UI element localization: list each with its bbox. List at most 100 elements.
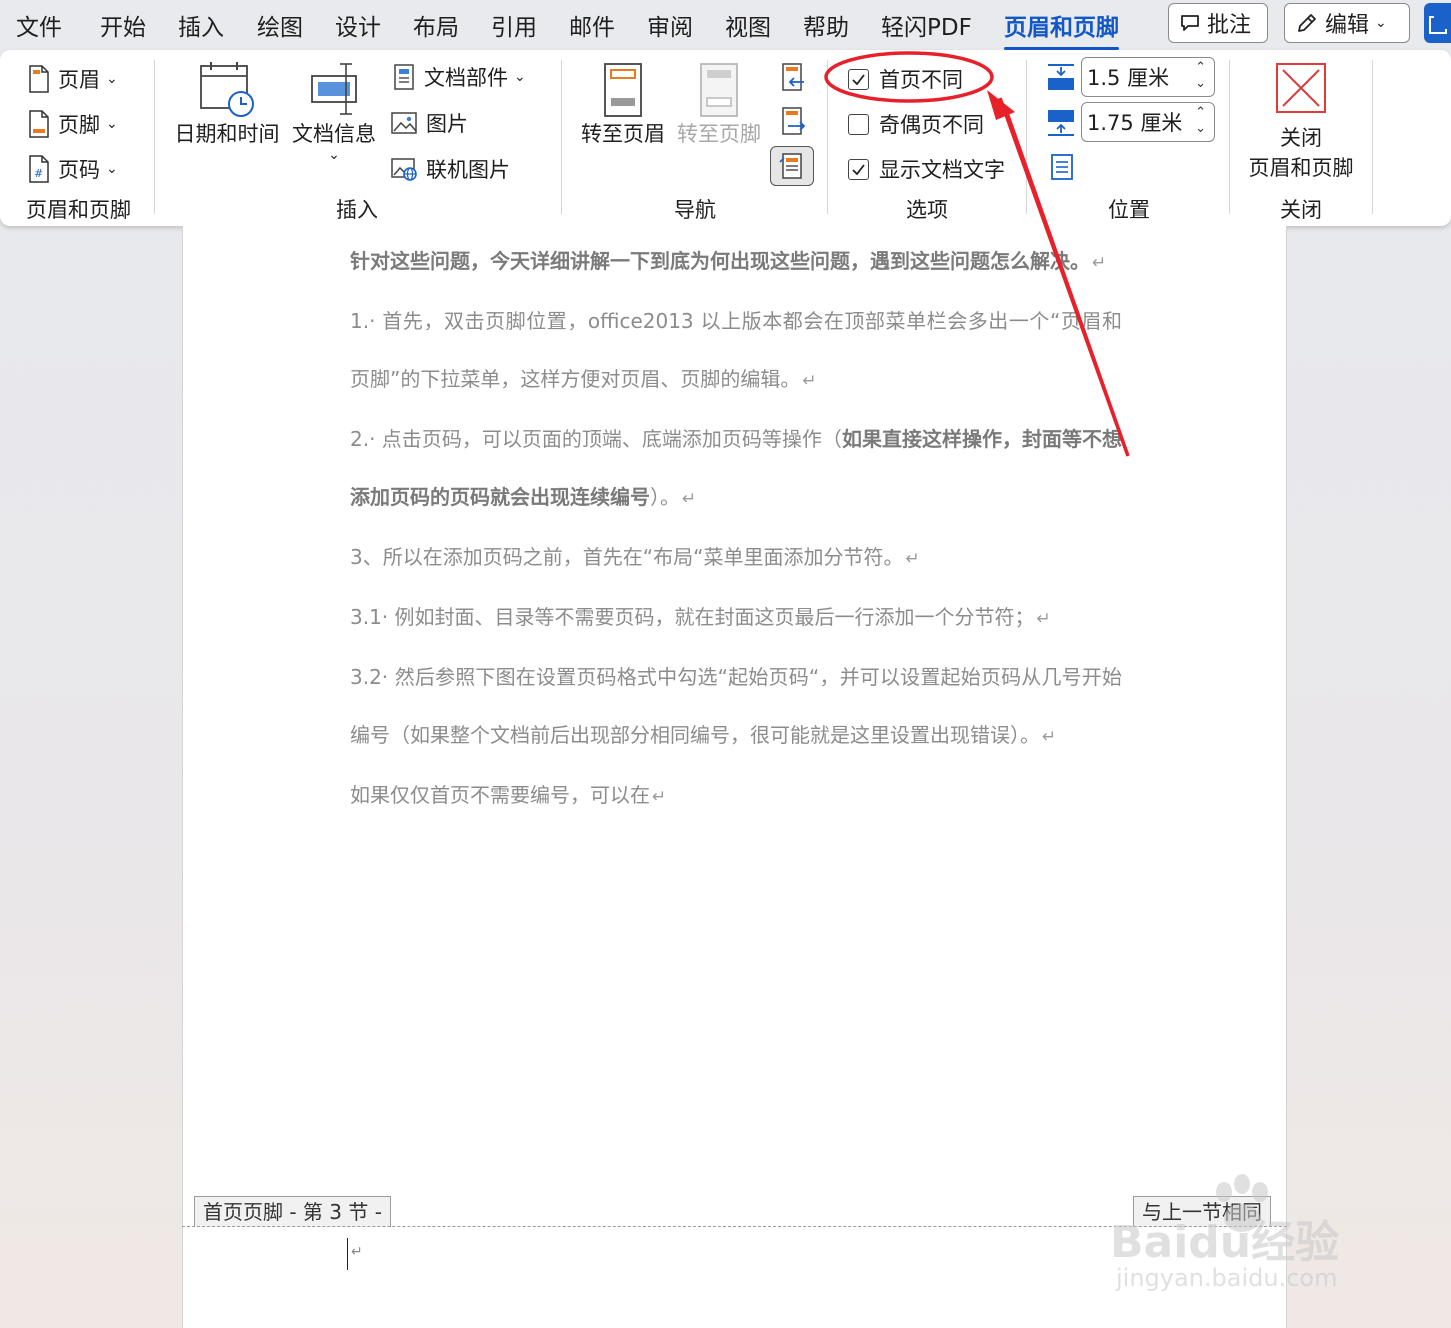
paragraph-text: 2.· 点击页码，可以页面的顶端、底端添加页码等操作（ (350, 427, 842, 451)
paragraph-mark: ↵ (802, 371, 817, 391)
insert-alignment-tab-button[interactable] (1048, 152, 1076, 182)
paragraph-mark: ↵ (1042, 727, 1057, 747)
group-divider (561, 60, 562, 214)
tab-header-footer[interactable]: 页眉和页脚 (1004, 8, 1119, 50)
goto-header-button[interactable]: 转至页眉 (580, 62, 666, 148)
tab-mailings[interactable]: 邮件 (569, 8, 615, 42)
chevron-down-icon: ⌄ (106, 116, 118, 132)
paragraph: 针对这些问题，今天详细讲解一下到底为何出现这些问题，遇到这些问题怎么解决。 ↵ (350, 232, 1122, 292)
paragraph-mark: ↵ (682, 489, 697, 509)
group-label-header-footer: 页眉和页脚 (26, 198, 131, 222)
header-button[interactable]: 页眉 ⌄ (28, 64, 118, 94)
tab-references[interactable]: 引用 (491, 8, 537, 42)
paragraph-text: 3、所以在添加页码之前，首先在“布局“菜单里面添加分节符。 (350, 545, 904, 569)
footer-button[interactable]: 页脚 ⌄ (28, 109, 118, 139)
checkmark-icon (852, 163, 865, 175)
group-label-position: 位置 (1108, 198, 1150, 222)
online-picture-button[interactable]: 联机图片 (390, 154, 510, 184)
paragraph: 如果仅仅首页不需要编号，可以在 ↵ (350, 766, 1122, 826)
edit-mode-button[interactable]: 编辑 ⌄ (1284, 3, 1410, 43)
group-label-close: 关闭 (1280, 198, 1322, 222)
first-page-different-option[interactable]: 首页不同 (848, 64, 963, 94)
goto-header-label: 转至页眉 (581, 122, 665, 146)
show-doc-text-option[interactable]: 显示文档文字 (848, 154, 1005, 184)
tab-layout[interactable]: 布局 (413, 8, 459, 42)
picture-icon (391, 112, 417, 134)
tab-file[interactable]: 文件 (16, 8, 62, 42)
odd-even-different-option[interactable]: 奇偶页不同 (848, 109, 984, 139)
footer-from-bottom-icon-wrap (1046, 108, 1076, 138)
doc-info-icon (311, 63, 357, 115)
comment-button[interactable]: 批注 (1168, 3, 1268, 43)
tab-help[interactable]: 帮助 (803, 8, 849, 42)
watermark-brand: Baidu经验 (1110, 1217, 1340, 1268)
picture-label: 图片 (426, 112, 468, 136)
odd-even-different-checkbox[interactable] (848, 113, 869, 135)
footer-paragraph-mark[interactable]: ↵ (351, 1244, 363, 1260)
comment-button-label: 批注 (1207, 13, 1252, 38)
online-picture-label: 联机图片 (426, 158, 510, 182)
page-number-button-label: 页码 (58, 158, 100, 182)
close-header-footer-button[interactable]: 关闭 页眉和页脚 (1242, 62, 1360, 182)
picture-button[interactable]: 图片 (390, 108, 468, 138)
tab-review[interactable]: 审阅 (647, 8, 693, 42)
date-time-button[interactable]: 日期和时间 (174, 60, 280, 148)
tab-home[interactable]: 开始 (100, 8, 146, 42)
odd-even-different-label: 奇偶页不同 (879, 113, 984, 137)
spinner-arrows-icon[interactable]: ⌃ ⌄ (1195, 60, 1206, 92)
doc-info-button[interactable]: 文档信息 ⌄ (290, 60, 378, 162)
tab-insert[interactable]: 插入 (178, 8, 224, 42)
tab-qingshan-pdf[interactable]: 轻闪PDF (881, 8, 972, 42)
document-body[interactable]: 针对这些问题，今天详细讲解一下到底为何出现这些问题，遇到这些问题怎么解决。 ↵ 1… (350, 232, 1122, 826)
header-position-spinner[interactable]: 1.5 厘米 ⌃ ⌄ (1081, 57, 1215, 97)
paragraph: 1.· 首先，双击页脚位置，office2013 以上版本都会在顶部菜单栏会多出… (350, 292, 1122, 410)
header-position-value: 1.5 厘米 (1087, 66, 1170, 90)
chevron-down-icon: ⌄ (1375, 15, 1387, 31)
group-divider (827, 60, 828, 214)
group-divider (1372, 60, 1373, 214)
tab-design[interactable]: 设计 (335, 8, 381, 42)
paragraph: 3.1· 例如封面、目录等不需要页码，就在封面这页最后一行添加一个分节符； ↵ (350, 588, 1122, 648)
show-doc-text-label: 显示文档文字 (879, 158, 1005, 182)
header-icon (29, 65, 49, 93)
previous-section-button[interactable] (780, 62, 806, 94)
paragraph-text: 如果仅仅首页不需要编号，可以在 (350, 783, 650, 807)
footer-icon (29, 110, 49, 138)
paragraph-mark: ↵ (1036, 609, 1051, 629)
share-button[interactable] (1424, 3, 1451, 43)
doc-parts-button[interactable]: 文档部件 ⌄ (392, 62, 526, 92)
close-label-line2: 页眉和页脚 (1248, 156, 1354, 180)
chevron-down-icon: ⌄ (514, 69, 526, 85)
text-cursor (347, 1238, 348, 1270)
first-page-different-checkbox[interactable] (848, 68, 869, 90)
paragraph-text: 1.· 首先，双击页脚位置，office2013 以上版本都会在顶部菜单栏会多出… (350, 309, 1122, 391)
pencil-icon (1298, 14, 1316, 32)
goto-footer-button[interactable]: 转至页脚 (676, 62, 762, 148)
page-number-button[interactable]: # 页码 ⌄ (28, 154, 118, 184)
previous-section-icon (782, 63, 804, 91)
group-divider (1229, 60, 1230, 214)
online-picture-icon (391, 158, 417, 181)
menu-tab-bar: 文件 开始 插入 绘图 设计 布局 引用 邮件 审阅 视图 帮助 轻闪PDF 页… (0, 0, 1451, 50)
footer-from-bottom-icon (1048, 110, 1074, 136)
footer-position-value: 1.75 厘米 (1087, 111, 1183, 135)
spinner-arrows-icon[interactable]: ⌃ ⌄ (1195, 105, 1206, 137)
paragraph-text: 3.1· 例如封面、目录等不需要页码，就在封面这页最后一行添加一个分节符； (350, 605, 1035, 629)
header-from-top-icon (1048, 64, 1074, 90)
footer-position-spinner[interactable]: 1.75 厘米 ⌃ ⌄ (1081, 102, 1215, 142)
link-to-previous-button[interactable] (770, 146, 814, 186)
link-to-previous-icon (779, 153, 802, 179)
group-divider (1026, 60, 1027, 214)
group-label-navigation: 导航 (674, 198, 716, 222)
watermark-url: jingyan.baidu.com (1116, 1264, 1338, 1292)
date-time-label: 日期和时间 (174, 122, 280, 146)
chevron-down-icon: ⌄ (106, 161, 118, 177)
tab-draw[interactable]: 绘图 (257, 8, 303, 42)
tab-view[interactable]: 视图 (725, 8, 771, 42)
next-section-button[interactable] (780, 106, 806, 138)
goto-header-icon (604, 63, 642, 117)
paragraph: 3、所以在添加页码之前，首先在“布局“菜单里面添加分节符。 ↵ (350, 528, 1122, 588)
show-doc-text-checkbox[interactable] (848, 158, 869, 180)
header-button-label: 页眉 (58, 68, 100, 92)
first-page-different-label: 首页不同 (879, 68, 963, 92)
